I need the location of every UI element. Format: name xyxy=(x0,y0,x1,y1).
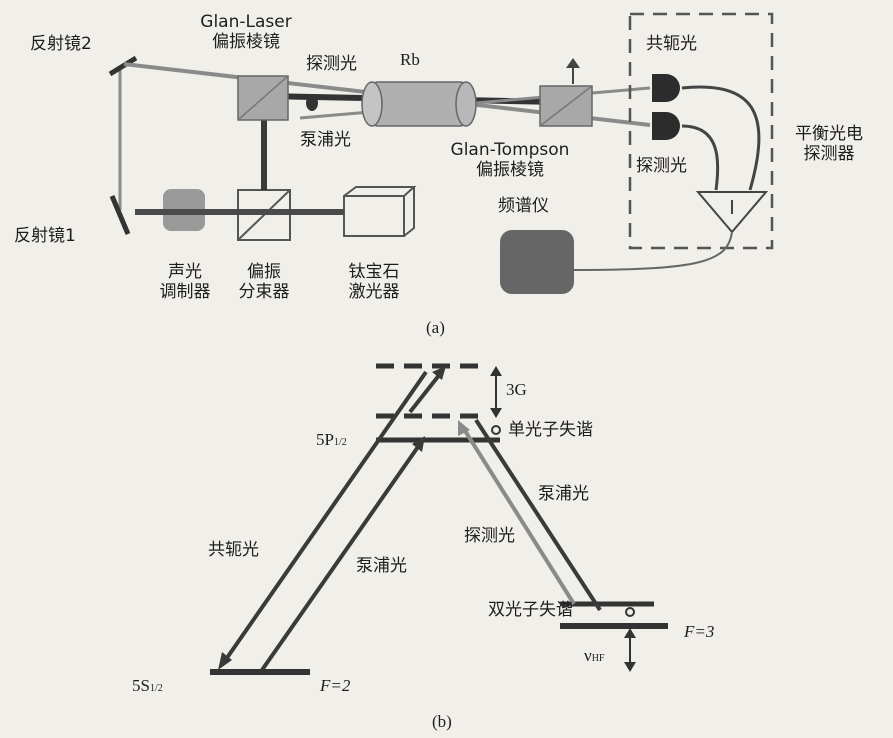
label-conjugate-b: 共轭光 xyxy=(208,540,259,560)
label-aom-line2: 调制器 xyxy=(159,282,211,302)
label-3g: 3G xyxy=(506,380,527,399)
label-conjugate-a: 共轭光 xyxy=(646,34,697,54)
glan-laser-prism xyxy=(237,75,289,121)
half-wave-plate xyxy=(306,95,318,111)
label-nu-sub: HF xyxy=(591,653,605,664)
label-balanced-detector: 平衡光电 探测器 xyxy=(784,124,874,164)
label-pump-left: 泵浦光 xyxy=(356,556,407,576)
label-probe-detector: 探测光 xyxy=(636,156,687,176)
label-aom-line1: 声光 xyxy=(168,262,202,282)
label-glan-tompson-line1: Glan-Tompson xyxy=(450,140,570,160)
label-5s-main: 5S xyxy=(132,676,150,695)
arrow-conjugate xyxy=(220,370,428,667)
caption-a: (a) xyxy=(426,318,445,337)
label-pump-right: 泵浦光 xyxy=(538,484,589,504)
label-spectrometer: 频谱仪 xyxy=(498,196,549,216)
label-glan-tompson-line2: 偏振棱镜 xyxy=(476,160,544,180)
label-ti-sapphire-line2: 激光器 xyxy=(348,282,400,302)
arrow-probe xyxy=(460,424,576,606)
rb-vapor-cell xyxy=(361,81,477,127)
photodiode-probe xyxy=(652,112,680,140)
label-pbs-line2: 分束器 xyxy=(238,282,290,302)
label-nu-hf: νHF xyxy=(584,646,604,669)
label-glan-tompson: Glan-Tompson 偏振棱镜 xyxy=(440,140,580,180)
label-nu-main: ν xyxy=(584,646,592,665)
label-glan-laser-line1: Glan-Laser xyxy=(200,12,292,32)
photodiode-conjugate xyxy=(652,74,680,102)
label-f2: F=2 xyxy=(320,676,351,695)
label-5p-main: 5P xyxy=(316,430,334,449)
label-5s-sub: 1/2 xyxy=(149,683,163,694)
label-pbs-line1: 偏振 xyxy=(247,262,281,282)
label-5s-level: 5S1/2 xyxy=(132,676,163,699)
label-pbs: 偏振 分束器 xyxy=(222,262,306,302)
cable-to-analyzer xyxy=(573,231,733,271)
label-f3: F=3 xyxy=(684,622,715,641)
spectrum-analyzer xyxy=(500,230,574,294)
label-rb: Rb xyxy=(400,50,420,69)
label-ti-sapphire: 钛宝石 激光器 xyxy=(332,262,416,302)
label-balanced-line1: 平衡光电 xyxy=(795,124,863,144)
glan-tompson-prism xyxy=(539,58,593,127)
arrow-to-top xyxy=(408,372,442,414)
label-ti-sapphire-line1: 钛宝石 xyxy=(348,262,400,282)
label-single-photon-detuning: 单光子失谐 xyxy=(508,420,593,440)
label-5p-level: 5P1/2 xyxy=(316,430,347,453)
arrow-pump-right xyxy=(474,418,602,612)
label-probe-top: 探测光 xyxy=(306,54,357,74)
label-5p-sub: 1/2 xyxy=(333,437,347,448)
single-photon-marker xyxy=(491,425,501,435)
ti-sapphire-laser xyxy=(343,186,417,237)
label-mirror-2: 反射镜2 xyxy=(30,34,92,54)
cable-probe xyxy=(681,124,720,191)
label-balanced-line2: 探测器 xyxy=(803,144,855,164)
caption-b: (b) xyxy=(432,712,452,731)
cable-conjugate xyxy=(681,85,761,191)
two-photon-marker xyxy=(625,607,635,617)
label-mirror-1: 反射镜1 xyxy=(14,226,76,246)
label-glan-laser-line2: 偏振棱镜 xyxy=(212,32,280,52)
diagram-canvas xyxy=(108,12,774,675)
label-two-photon-detuning: 双光子失谐 xyxy=(488,600,573,620)
label-probe-b: 探测光 xyxy=(464,526,515,546)
label-glan-laser: Glan-Laser 偏振棱镜 xyxy=(176,12,316,52)
label-pump-a: 泵浦光 xyxy=(300,130,351,150)
label-aom: 声光 调制器 xyxy=(150,262,220,302)
